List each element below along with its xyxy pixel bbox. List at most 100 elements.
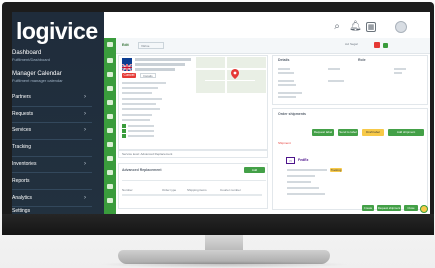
- contact-icon: [122, 129, 126, 133]
- text-line: [128, 130, 154, 132]
- text-line: [122, 87, 158, 89]
- rail-icon[interactable]: [107, 142, 113, 147]
- table-row[interactable]: [122, 194, 262, 196]
- text-line: [122, 82, 166, 84]
- avatar[interactable]: [395, 21, 407, 33]
- chevron-right-icon: ›: [84, 127, 86, 133]
- chevron-right-icon: ›: [84, 111, 86, 117]
- rail-icon[interactable]: [107, 58, 113, 63]
- text-line: [287, 169, 327, 171]
- filter-pill[interactable]: Vitrine: [138, 42, 164, 49]
- contact-icon: [122, 134, 126, 138]
- sidebar-item-inventories[interactable]: Inventories ›: [12, 161, 92, 170]
- sidebar-item-tracking[interactable]: Tracking: [12, 144, 92, 153]
- text-line: [122, 114, 152, 116]
- sidebar-item-requests[interactable]: Requests ›: [12, 111, 92, 120]
- text-line: [394, 72, 402, 74]
- sidebar-item-services[interactable]: Services ›: [12, 127, 92, 136]
- shipment-filter[interactable]: Shipment: [278, 141, 291, 145]
- text-line: [128, 135, 154, 137]
- text-line: [278, 84, 296, 86]
- text-line: [122, 92, 152, 94]
- flag-icon: [374, 42, 380, 48]
- text-line: [328, 68, 340, 70]
- text-line: [128, 125, 154, 127]
- text-line: [122, 119, 150, 121]
- cancel-button[interactable]: Cancel: [122, 73, 136, 78]
- col-courier-number: Courier number: [220, 188, 241, 192]
- rail-icon[interactable]: [107, 72, 113, 77]
- col-order-type: Order type: [162, 188, 177, 192]
- replacement-title: Advanced Replacement: [122, 168, 162, 172]
- address-line: [135, 58, 191, 61]
- user-name: Avi Segal: [345, 42, 358, 46]
- text-line: [122, 108, 160, 110]
- text-line: [122, 103, 156, 105]
- create-button[interactable]: Create: [362, 205, 374, 211]
- text-line: [287, 181, 311, 183]
- tracking-badge: Tracking: [330, 168, 342, 172]
- nav-manager-calendar[interactable]: Manager Calendar: [12, 71, 62, 77]
- close-button[interactable]: Close: [404, 205, 418, 211]
- text-line: [287, 193, 325, 195]
- text-line: [278, 80, 294, 82]
- text-line: [287, 175, 315, 177]
- draft-label-button[interactable]: Draft label: [362, 129, 384, 136]
- rail-icon[interactable]: [107, 86, 113, 91]
- rail-icon[interactable]: [107, 184, 113, 189]
- divider: [12, 172, 92, 173]
- logo: logivice: [16, 18, 98, 44]
- rail-icon[interactable]: [107, 198, 113, 203]
- divider: [12, 106, 92, 107]
- divider: [12, 206, 92, 207]
- contact-icon: [122, 124, 126, 128]
- divider: [122, 180, 266, 181]
- nav-dashboard-sub: Fulfilment/Dashboard: [12, 57, 51, 62]
- chevron-right-icon: ›: [84, 94, 86, 100]
- rail-icon[interactable]: [107, 170, 113, 175]
- add-shipment-button[interactable]: Add shipment: [388, 129, 424, 136]
- map-road: [225, 57, 227, 93]
- text-line: [278, 96, 296, 98]
- text-line: [278, 72, 294, 74]
- text-line: [287, 187, 319, 189]
- rail-icon[interactable]: [107, 42, 113, 47]
- chevron-right-icon: ›: [84, 161, 86, 167]
- monitor-chin: [2, 214, 434, 235]
- rail-icon[interactable]: [107, 100, 113, 105]
- help-fab-icon[interactable]: [420, 205, 428, 213]
- fedex-logo-icon: ▭: [286, 157, 295, 164]
- send-to-label-button[interactable]: Send to label: [338, 129, 358, 136]
- divider: [12, 189, 92, 190]
- map-road: [205, 80, 255, 81]
- nav-manager-sub: Fulfilment manager calendar: [12, 78, 63, 83]
- uk-flag-icon: [121, 58, 133, 72]
- page-title: Edit: [122, 43, 129, 47]
- text-line: [278, 92, 302, 94]
- add-replacement-button[interactable]: Add replacement: [244, 167, 265, 178]
- order-shipments-title: Order shipments: [278, 112, 307, 116]
- details-role: Role: [358, 58, 366, 62]
- rail-icon[interactable]: [107, 114, 113, 119]
- courier-name: FedEx: [298, 158, 309, 162]
- sidebar-item-partners[interactable]: Partners ›: [12, 94, 92, 103]
- bell-icon[interactable]: 🔔︎: [349, 21, 362, 33]
- calendar-icon[interactable]: ▦: [366, 22, 376, 32]
- divider: [12, 122, 92, 123]
- rail-icon[interactable]: [107, 128, 113, 133]
- map-pin-icon: [231, 66, 239, 79]
- nav-dashboard[interactable]: Dashboard: [12, 50, 41, 56]
- chevron-right-icon: ›: [84, 195, 86, 201]
- rail-icon[interactable]: [107, 156, 113, 161]
- address-line: [135, 63, 185, 66]
- request-label-button[interactable]: Request label: [312, 129, 334, 136]
- request-shipment-button[interactable]: Request shipment: [377, 205, 401, 211]
- sidebar-item-reports[interactable]: Reports: [12, 178, 92, 187]
- uk-flag-svg: [121, 63, 133, 72]
- divider: [12, 156, 92, 157]
- details-button[interactable]: Details: [140, 73, 156, 78]
- search-icon[interactable]: ⌕: [331, 21, 343, 33]
- details-title: Details: [278, 58, 290, 62]
- status-dot: [383, 43, 388, 48]
- sidebar-item-analytics[interactable]: Analytics ›: [12, 195, 92, 204]
